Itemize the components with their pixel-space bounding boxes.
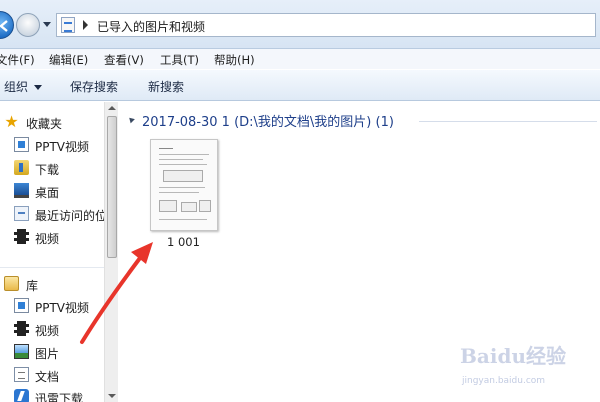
nav-item-recent-places[interactable]: 最近访问的位置 <box>0 204 105 224</box>
chevron-down-icon <box>34 85 43 90</box>
breadcrumb-chevron-icon[interactable] <box>83 20 88 30</box>
scroll-down-icon[interactable] <box>108 394 116 398</box>
menu-file[interactable]: 文件(F) <box>0 52 35 68</box>
nav-libraries[interactable]: 库 <box>0 274 104 294</box>
search-folder-icon <box>61 17 75 33</box>
address-toolbar: 已导入的图片和视频 <box>0 0 600 49</box>
thunder-icon <box>14 389 29 402</box>
thumbnail-detail <box>159 200 177 212</box>
nav-label: 收藏夹 <box>26 117 63 131</box>
navigation-pane: ★ 收藏夹 PPTV视频 下载 桌面 最近访问的位置 视频 库 PPTV视频 视… <box>0 102 118 402</box>
download-folder-icon <box>14 160 29 175</box>
nav-label: PPTV视频 <box>35 140 90 154</box>
address-field[interactable]: 已导入的图片和视频 <box>56 13 596 37</box>
group-divider <box>419 121 597 122</box>
menu-bar: 文件(F) 编辑(E) 查看(V) 工具(T) 帮助(H) <box>0 49 600 69</box>
thumbnail-detail <box>199 200 211 212</box>
pptv-icon <box>14 298 29 313</box>
organize-button[interactable]: 组织 <box>4 78 43 95</box>
watermark-url: jingyan.baidu.com <box>462 376 546 386</box>
recent-places-icon <box>14 206 29 221</box>
collapse-group-icon[interactable] <box>127 115 135 124</box>
thumbnail-detail <box>163 170 203 182</box>
nav-scrollbar[interactable] <box>104 102 118 402</box>
nav-divider <box>0 267 104 268</box>
menu-edit[interactable]: 编辑(E) <box>49 52 88 68</box>
nav-label: 文档 <box>35 370 60 384</box>
nav-item-lib-documents[interactable]: 文档 <box>0 365 104 385</box>
picture-icon <box>14 344 29 359</box>
nav-label: 库 <box>26 279 39 293</box>
thumbnail-detail <box>159 164 207 165</box>
nav-label: 视频 <box>35 232 60 246</box>
scroll-thumb[interactable] <box>107 116 117 258</box>
nav-item-lib-pptv-video[interactable]: PPTV视频 <box>0 296 104 316</box>
desktop-icon <box>14 183 29 198</box>
nav-item-desktop[interactable]: 桌面 <box>0 181 104 201</box>
organize-label: 组织 <box>4 80 29 94</box>
menu-help[interactable]: 帮助(H) <box>214 52 255 68</box>
library-icon <box>4 276 19 291</box>
thumbnail-detail <box>159 159 203 160</box>
star-icon: ★ <box>4 112 19 131</box>
save-search-button[interactable]: 保存搜索 <box>70 78 118 95</box>
thumbnail-detail <box>159 187 205 188</box>
nav-label: 迅雷下载 <box>35 392 84 402</box>
recent-pages-dropdown-icon[interactable] <box>43 22 51 27</box>
nav-label: 下载 <box>35 163 60 177</box>
nav-label: 图片 <box>35 347 60 361</box>
back-button[interactable] <box>0 11 14 39</box>
watermark: Baidu经验 jingyan.baidu.com <box>460 340 600 402</box>
video-icon <box>14 229 29 244</box>
menu-view[interactable]: 查看(V) <box>104 52 144 68</box>
nav-item-downloads[interactable]: 下载 <box>0 158 104 178</box>
thumbnail-detail <box>159 148 173 149</box>
breadcrumb-path[interactable]: 已导入的图片和视频 <box>97 18 205 35</box>
nav-label: PPTV视频 <box>35 301 90 315</box>
nav-item-lib-pictures[interactable]: 图片 <box>0 342 104 362</box>
new-search-button[interactable]: 新搜索 <box>148 78 184 95</box>
menu-tools[interactable]: 工具(T) <box>160 52 199 68</box>
nav-label: 视频 <box>35 324 60 338</box>
watermark-logo: Baidu经验 <box>460 344 566 368</box>
nav-item-lib-videos[interactable]: 视频 <box>0 319 104 339</box>
nav-favorites[interactable]: ★ 收藏夹 <box>0 112 104 132</box>
nav-item-pptv-video[interactable]: PPTV视频 <box>0 135 104 155</box>
forward-button[interactable] <box>16 13 40 37</box>
thumbnail-detail <box>181 202 197 212</box>
nav-label: 最近访问的位置 <box>35 209 105 223</box>
nav-item-lib-thunder-downloads[interactable]: 迅雷下载 <box>0 387 104 402</box>
pptv-icon <box>14 137 29 152</box>
nav-label: 桌面 <box>35 186 60 200</box>
nav-item-videos[interactable]: 视频 <box>0 227 104 247</box>
video-icon <box>14 321 29 336</box>
group-header[interactable]: 2017-08-30 1 (D:\我的文档\我的图片) (1) <box>142 111 394 130</box>
command-bar: 组织 保存搜索 新搜索 <box>0 69 600 101</box>
thumbnail-detail <box>159 219 207 220</box>
file-name[interactable]: 1 001 <box>167 235 200 249</box>
file-thumbnail[interactable] <box>150 139 218 231</box>
scroll-up-icon[interactable] <box>108 106 116 110</box>
thumbnail-detail <box>159 192 199 193</box>
back-arrow-icon <box>0 20 8 32</box>
thumbnail-detail <box>159 154 209 155</box>
document-icon <box>14 367 29 382</box>
